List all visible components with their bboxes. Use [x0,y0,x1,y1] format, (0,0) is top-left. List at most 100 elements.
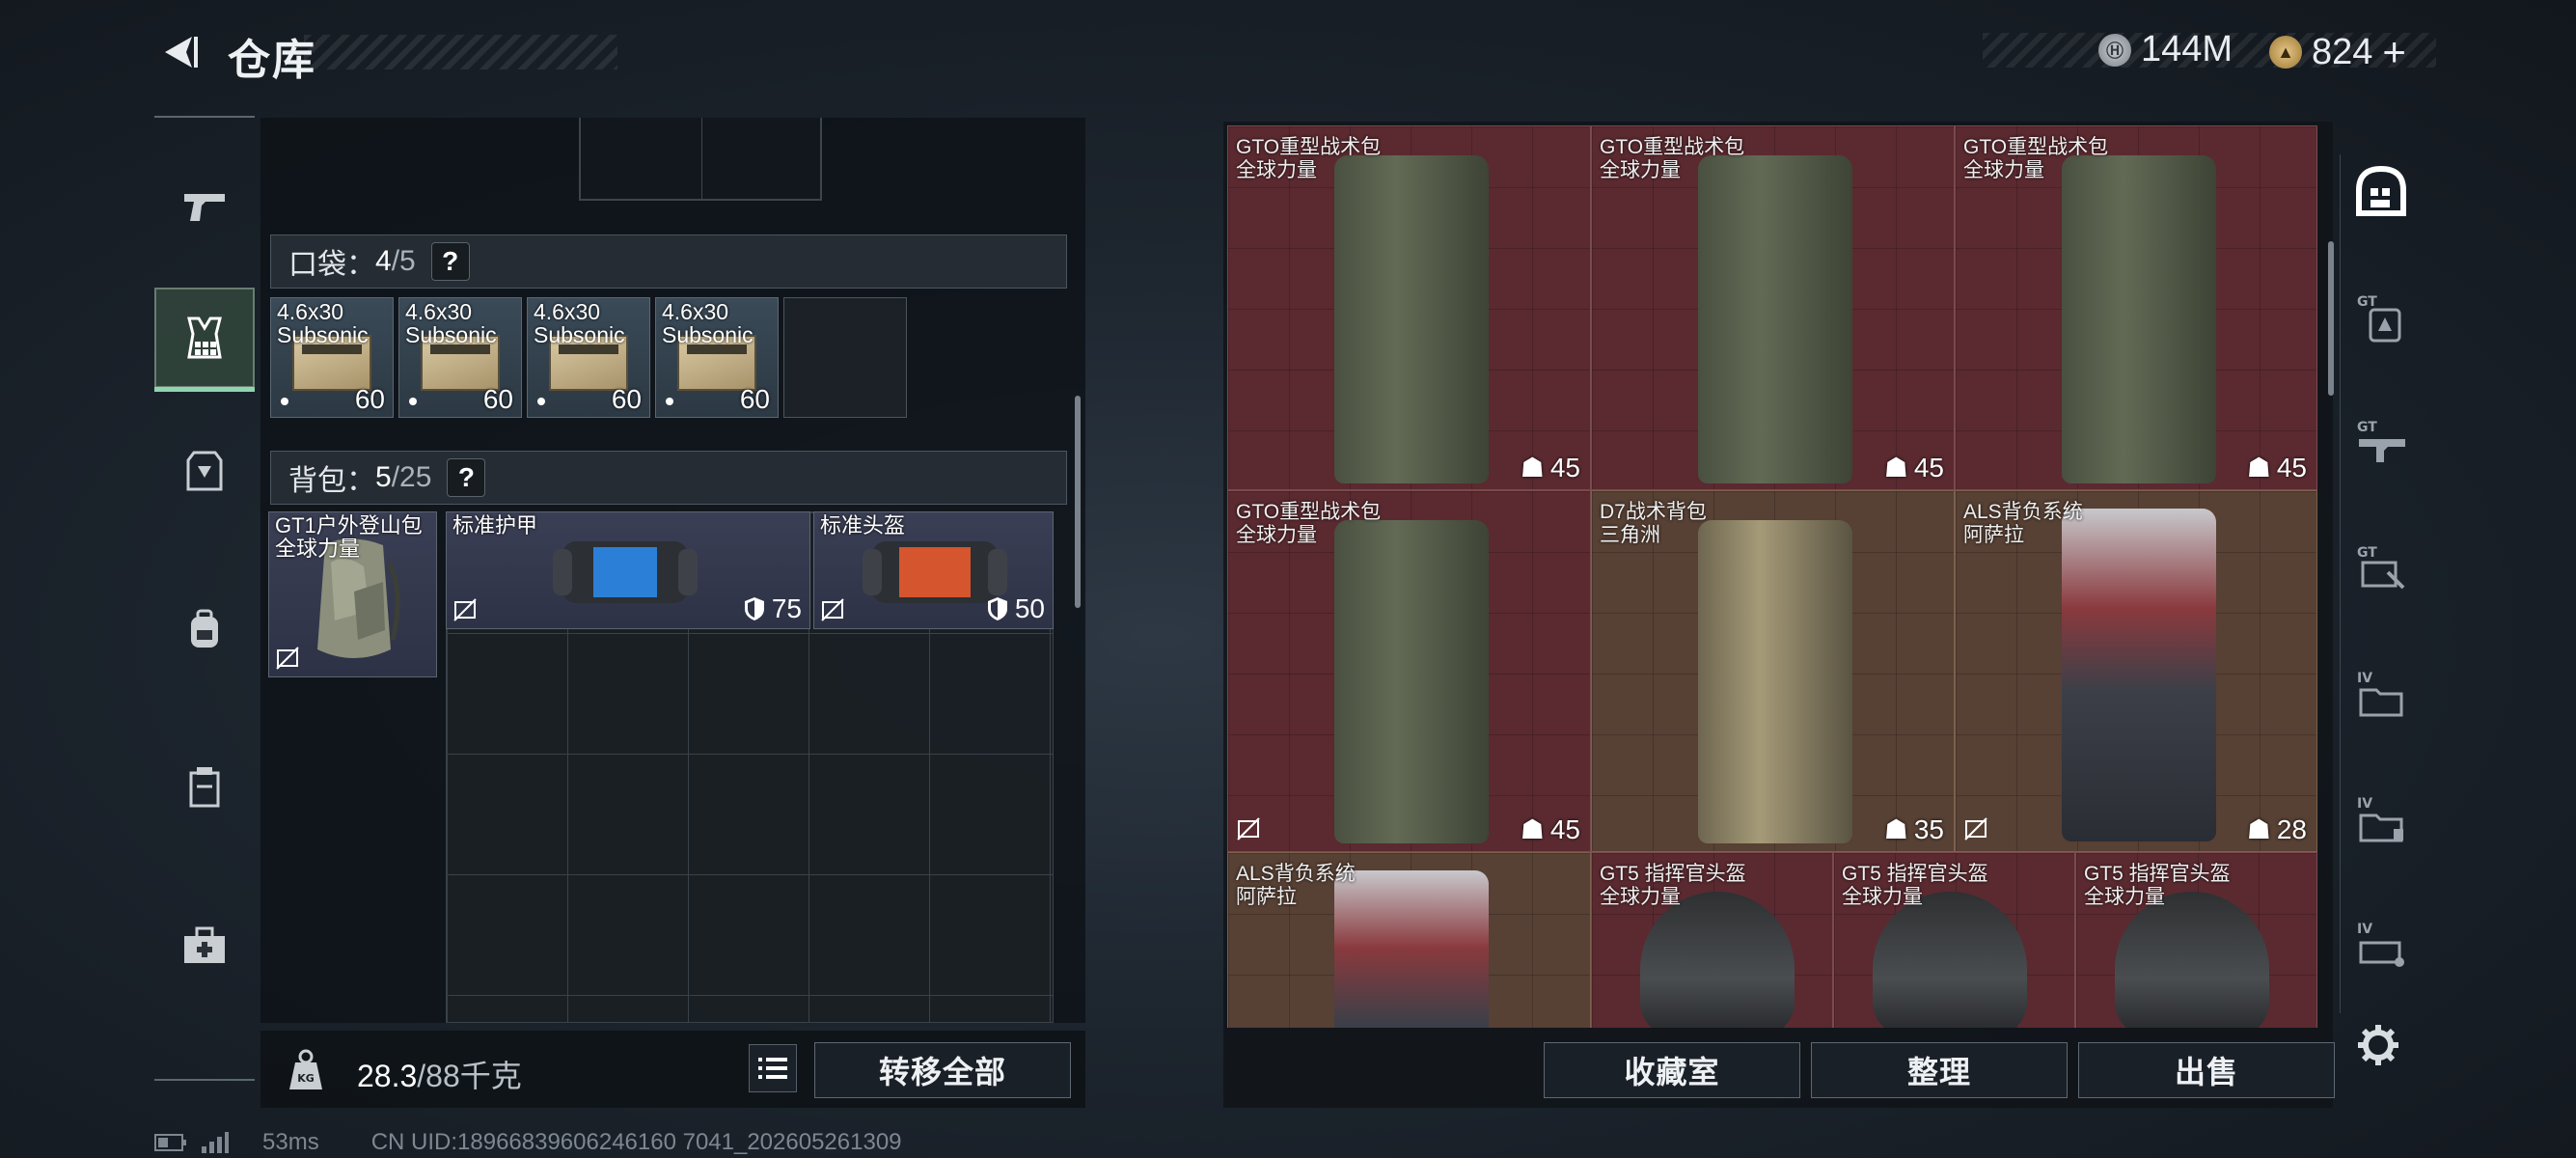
svg-text:GT: GT [2357,294,2377,310]
tactical-backpack-icon [1334,155,1489,483]
ammo-name: 4.6x30 [277,299,344,324]
pocket-slot-3[interactable]: 4.6x30 Subsonic 60 [527,297,650,418]
organize-button[interactable]: 整理 [1811,1042,2068,1098]
ammo-dot-icon [281,398,288,405]
silver-amount: 144M [2141,29,2233,69]
storage-item[interactable]: GTO重型战术包 全球力量 ☗ 45 [1227,125,1591,490]
item-name: GT5 指挥官头盔 [1600,863,1746,885]
armor-vest-icon [553,541,698,603]
no-insurance-icon [821,598,844,621]
silver-currency: Ⓗ 144M [2098,29,2233,70]
pocket-slot-2[interactable]: 4.6x30 Subsonic 60 [398,297,522,418]
all-items-icon [2356,165,2406,216]
filter-iv-1[interactable]: IV [2348,662,2416,730]
gt-backpack-filter-icon: GT [2357,294,2401,343]
item-faction: 全球力量 [275,537,361,561]
vest-icon [187,317,222,359]
equipment-slot[interactable] [579,118,822,201]
transfer-all-button[interactable]: 转移全部 [814,1042,1071,1098]
pistol-icon [184,194,225,221]
armor-value: 75 [771,593,802,623]
silver-coin-icon: Ⓗ [2098,33,2131,67]
item-name: GTO重型战术包 [1963,136,2109,158]
category-armor[interactable] [154,421,255,521]
category-backpack[interactable] [154,579,255,679]
ammo-dot-icon [409,398,417,405]
item-faction: 全球力量 [1963,159,2044,181]
filter-gt-backpack[interactable]: GT [2348,286,2416,353]
category-weapons[interactable] [154,156,255,257]
ammo-type: Subsonic [534,322,625,347]
item-faction: 全球力量 [1600,886,1681,908]
storage-item[interactable]: GT5 指挥官头盔 全球力量 [1591,852,1833,1028]
back-button[interactable] [154,29,203,75]
storage-item[interactable]: GTO重型战术包 全球力量 ☗ 45 [1227,490,1591,852]
weight-icon: KG [289,1049,322,1089]
carry-weight-current: 28.3 [357,1059,418,1093]
filter-iv-3[interactable]: IV [2348,913,2416,980]
category-medical[interactable] [154,896,255,996]
no-insurance-icon [1237,817,1260,841]
backpack-help-button[interactable]: ? [447,458,486,497]
status-bar: 53ms CN UID:18966839606246160 7041_20260… [154,1129,902,1156]
sell-button[interactable]: 出售 [2078,1042,2335,1098]
storage-item[interactable]: ALS背负系统 阿萨拉 [1227,852,1591,1028]
storage-item[interactable]: ALS背负系统 阿萨拉 ☗ 28 [1955,490,2317,852]
backpack-item-armor[interactable]: 标准护甲 75 [446,511,810,629]
add-currency-button[interactable]: + [2382,29,2406,75]
ammo-name: 4.6x30 [405,299,473,324]
ammo-dot-icon [537,398,545,405]
medkit-icon [184,926,225,963]
no-insurance-icon [276,647,299,670]
item-capacity: 35 [1913,813,1944,844]
collection-room-button[interactable]: 收藏室 [1544,1042,1800,1098]
ammo-type: Subsonic [405,322,497,347]
item-faction: 全球力量 [1842,886,1923,908]
pocket-slot-1[interactable]: 4.6x30 Subsonic 60 [270,297,394,418]
tactical-backpack-icon [1698,155,1852,483]
storage-scrollbar[interactable] [2328,241,2334,396]
armor-icon [186,451,223,491]
commander-helmet-icon [1640,892,1795,1028]
pocket-count-current: 4 [375,245,392,277]
gt-weapon-filter-icon: GT [2357,420,2405,462]
equipped-backpack-slot[interactable]: GT1户外登山包 全球力量 [268,511,437,677]
title-stripe-decoration [304,35,617,69]
item-name: GTO重型战术包 [1236,136,1382,158]
pocket-slot-5-empty[interactable] [783,297,907,418]
ammo-type: Subsonic [662,322,754,347]
gold-currency[interactable]: ▲ 824 + [2269,29,2406,75]
container-icon [189,767,220,808]
gold-amount: 824 [2312,31,2373,72]
storage-item[interactable]: GTO重型战术包 全球力量 ☗ 45 [1955,125,2317,490]
pocket-help-button[interactable]: ? [430,242,470,281]
item-name: GT5 指挥官头盔 [2084,863,2231,885]
pocket-label: 口袋： [288,249,375,281]
item-name: GTO重型战术包 [1600,136,1745,158]
storage-item[interactable]: GTO重型战术包 全球力量 ☗ 45 [1591,125,1955,490]
storage-grid[interactable]: GTO重型战术包 全球力量 ☗ 45 GTO重型战术包 全球力量 ☗ 45 GTO重型战… [1227,125,2317,1028]
page-title: 仓库 [228,37,316,84]
list-view-button[interactable] [749,1044,797,1092]
item-faction: 全球力量 [1236,524,1317,546]
item-name: GT5 指挥官头盔 [1842,863,1988,885]
capacity-icon: ☗ [1883,453,1908,482]
storage-item[interactable]: GT5 指挥官头盔 全球力量 [2075,852,2317,1028]
filter-all[interactable] [2343,152,2420,230]
category-chest-rig[interactable] [154,288,255,392]
storage-item[interactable]: GT5 指挥官头盔 全球力量 [1833,852,2075,1028]
category-container[interactable] [154,737,255,838]
filter-gt-weapon[interactable]: GT [2348,411,2416,479]
backpack-item-helmet[interactable]: 标准头盔 50 [813,511,1054,629]
capacity-icon: ☗ [1883,814,1908,844]
item-faction: 全球力量 [2084,886,2165,908]
loadout-scrollbar[interactable] [1075,396,1081,608]
storage-item[interactable]: D7战术背包 三角洲 ☗ 35 [1591,490,1955,852]
settings-button[interactable] [2354,1021,2402,1069]
filter-iv-2[interactable]: IV [2348,787,2416,855]
pocket-slot-4[interactable]: 4.6x30 Subsonic 60 [655,297,779,418]
item-name: GTO重型战术包 [1236,501,1382,523]
tactical-backpack-icon [2062,155,2216,483]
item-faction: 阿萨拉 [1236,886,1297,908]
filter-gt-gear[interactable]: GT [2348,537,2416,604]
